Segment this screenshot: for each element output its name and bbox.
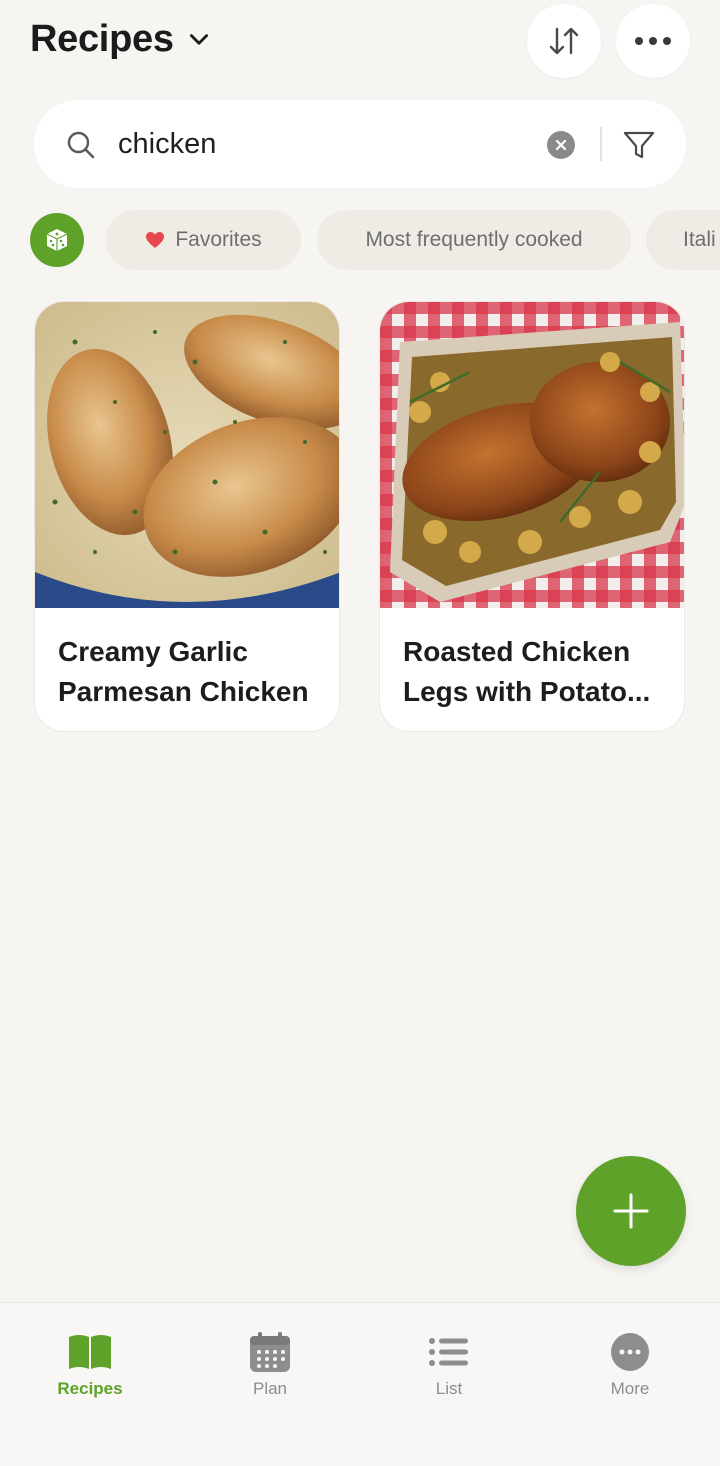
chip-label: Itali xyxy=(683,228,716,251)
chip-italian[interactable]: Itali xyxy=(646,210,720,270)
nav-item-plan[interactable]: Plan xyxy=(210,1331,330,1401)
filter-chips: Favorites Most frequently cooked Itali xyxy=(0,210,720,270)
recipe-image xyxy=(35,302,339,608)
nav-label: Recipes xyxy=(57,1379,123,1398)
plus-icon xyxy=(613,1193,649,1229)
recipe-title: Creamy Garlic Parmesan Chicken xyxy=(58,636,309,707)
nav-item-recipes[interactable]: Recipes xyxy=(30,1331,150,1401)
add-recipe-button[interactable] xyxy=(576,1156,686,1266)
list-icon xyxy=(429,1338,468,1366)
nav-label: List xyxy=(435,1379,463,1398)
chip-most-frequently-cooked[interactable]: Most frequently cooked xyxy=(317,210,631,270)
nav-label: More xyxy=(610,1379,650,1398)
sort-button[interactable] xyxy=(527,4,601,78)
search-input[interactable] xyxy=(118,122,538,166)
book-icon xyxy=(69,1335,111,1369)
search-icon xyxy=(67,131,95,159)
recipe-card[interactable]: Creamy Garlic Parmesan Chicken xyxy=(34,301,340,732)
recipe-title: Roasted Chicken Legs with Potato... xyxy=(403,636,651,707)
calendar-icon xyxy=(250,1332,290,1372)
chip-favorites[interactable]: Favorites xyxy=(106,210,301,270)
bottom-navigation: Recipes Plan List More xyxy=(0,1302,720,1466)
ellipsis-icon xyxy=(635,37,671,45)
nav-item-list[interactable]: List xyxy=(389,1331,509,1401)
more-options-button[interactable] xyxy=(616,4,690,78)
search-bar xyxy=(34,100,686,188)
heart-icon xyxy=(146,232,165,248)
sort-icon xyxy=(549,27,579,55)
recipe-image xyxy=(380,302,684,608)
search-divider xyxy=(600,127,602,161)
header: Recipes xyxy=(0,0,720,90)
clear-search-button[interactable] xyxy=(547,131,575,159)
chevron-down-icon xyxy=(189,33,208,45)
nav-label: Plan xyxy=(252,1379,288,1398)
dice-icon xyxy=(46,229,68,251)
recipe-card[interactable]: Roasted Chicken Legs with Potato... xyxy=(379,301,685,732)
close-icon xyxy=(555,139,567,151)
chip-label: Most frequently cooked xyxy=(365,228,583,251)
page-title: Recipes xyxy=(30,18,174,60)
random-recipe-button[interactable] xyxy=(30,213,84,267)
filter-icon[interactable] xyxy=(622,128,656,162)
chip-label: Favorites xyxy=(175,228,262,251)
nav-item-more[interactable]: More xyxy=(570,1331,690,1401)
more-circle-icon xyxy=(611,1333,649,1371)
collection-switcher[interactable]: Recipes xyxy=(30,18,212,61)
